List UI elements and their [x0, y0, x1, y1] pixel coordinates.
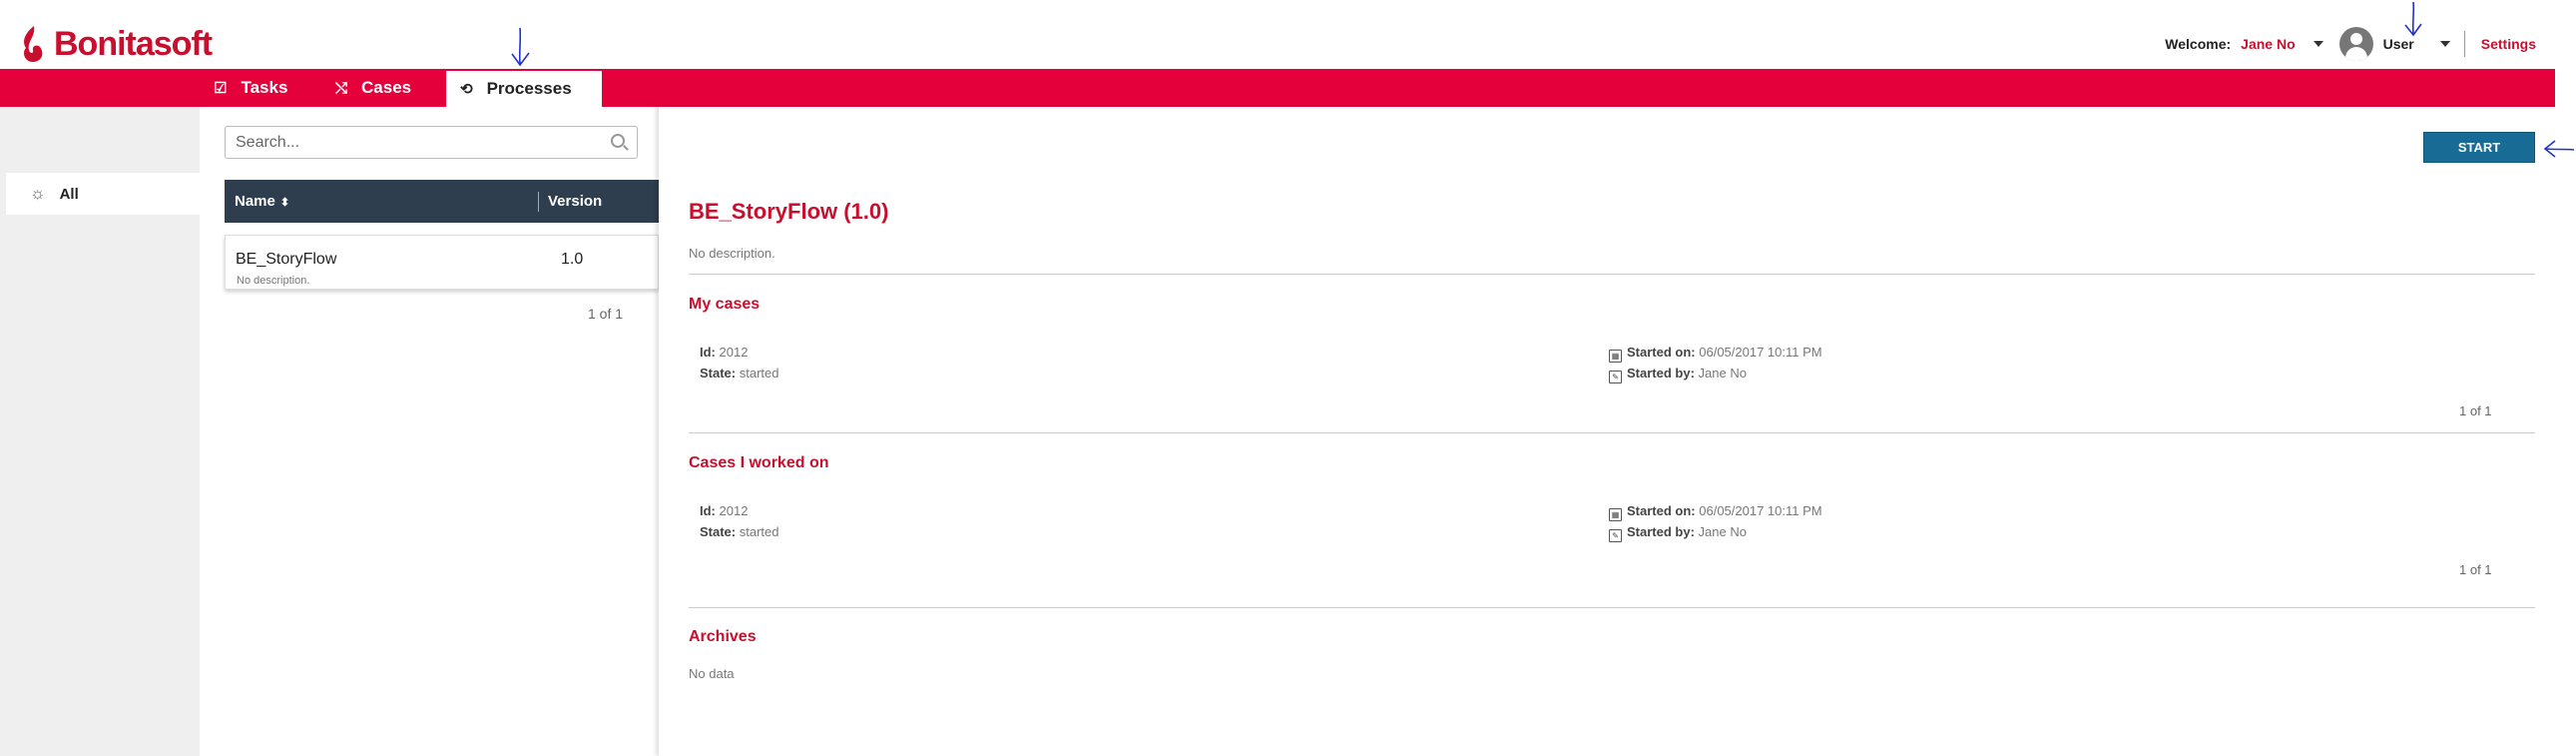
settings-link[interactable]: Settings	[2481, 36, 2536, 52]
case-state-label: State:	[700, 366, 737, 380]
main-navbar: ☑ Tasks ⤭ Cases ⟲ Processes	[0, 69, 2555, 107]
annotation-arrow-icon	[2543, 140, 2575, 158]
shuffle-icon: ⤭	[335, 79, 348, 97]
started-on-label: Started on:	[1627, 345, 1696, 360]
section-title-my-cases: My cases	[689, 296, 761, 313]
bonita-flame-icon	[24, 26, 43, 62]
process-row[interactable]: BE_StoryFlow No description. 1.0	[225, 235, 659, 290]
profile-dropdown-caret-icon[interactable]	[2439, 41, 2450, 47]
case-id: Id: 2012	[700, 345, 748, 360]
started-by-label: Started by:	[1627, 366, 1695, 380]
tab-processes[interactable]: ⟲ Processes	[446, 69, 602, 107]
sort-icon[interactable]: ⬍	[280, 197, 289, 209]
sun-icon: ☼	[30, 184, 46, 203]
tab-cases-label: Cases	[361, 78, 412, 97]
search-input[interactable]	[226, 127, 595, 158]
list-pager: 1 of 1	[588, 306, 624, 322]
tab-tasks-label: Tasks	[241, 78, 288, 97]
case-state-label: State:	[700, 524, 737, 539]
column-header-version[interactable]: Version	[548, 193, 602, 210]
section-title-archives: Archives	[689, 628, 757, 645]
process-row-description: No description.	[237, 275, 310, 287]
list-header: Name ⬍ Version	[225, 180, 659, 223]
process-description: No description.	[689, 246, 775, 261]
section-title-cases-worked-on: Cases I worked on	[689, 454, 829, 471]
header-divider	[2463, 31, 2465, 57]
cases-worked-on-pager: 1 of 1	[2459, 562, 2492, 577]
profile-switcher[interactable]: User	[2383, 36, 2414, 52]
case-started-on: ▦ Started on: 06/05/2017 10:11 PM	[1609, 503, 1822, 521]
tab-tasks[interactable]: ☑ Tasks	[214, 69, 287, 107]
started-on-value: 06/05/2017 10:11 PM	[1699, 345, 1822, 360]
column-header-name[interactable]: Name ⬍	[235, 193, 289, 210]
case-started-on: ▦ Started on: 06/05/2017 10:11 PM	[1609, 345, 1822, 363]
user-dropdown-caret-icon[interactable]	[2313, 41, 2323, 47]
sidebar-item-all[interactable]: ☼ All	[6, 173, 200, 215]
started-on-label: Started on:	[1627, 503, 1696, 518]
case-id-value: 2012	[719, 503, 749, 518]
search-box	[225, 126, 638, 159]
filter-sidebar: ☼ All	[0, 107, 200, 756]
case-state: State: started	[700, 366, 779, 380]
started-on-value: 06/05/2017 10:11 PM	[1699, 503, 1822, 518]
calendar-icon: ▦	[1609, 508, 1622, 521]
bonitasoft-logo[interactable]: Bonitasoft	[18, 24, 213, 64]
divider	[689, 607, 2535, 608]
avatar-icon[interactable]	[2338, 27, 2373, 61]
case-id: Id: 2012	[700, 503, 748, 518]
column-name-label: Name	[235, 193, 275, 210]
case-id-label: Id:	[700, 503, 716, 518]
archives-empty-text: No data	[689, 666, 735, 681]
my-cases-pager: 1 of 1	[2459, 403, 2492, 418]
case-id-label: Id:	[700, 345, 716, 360]
process-name: BE_StoryFlow	[236, 251, 337, 268]
process-title: BE_StoryFlow (1.0)	[689, 199, 889, 224]
case-started-by: ✎ Started by: Jane No	[1609, 524, 1747, 542]
started-by-value: Jane No	[1698, 524, 1747, 539]
divider	[689, 432, 2535, 433]
checkbox-icon: ☑	[214, 80, 228, 97]
brand-name: Bonitasoft	[54, 24, 213, 63]
edit-icon: ✎	[1609, 529, 1622, 542]
case-id-value: 2012	[719, 345, 749, 360]
start-button[interactable]: START	[2423, 132, 2535, 163]
divider	[689, 274, 2535, 275]
edit-icon: ✎	[1609, 371, 1622, 383]
case-state-value: started	[739, 524, 779, 539]
user-name-link[interactable]: Jane No	[2241, 36, 2295, 52]
tab-cases[interactable]: ⤭ Cases	[335, 69, 411, 107]
case-state: State: started	[700, 524, 779, 539]
welcome-label: Welcome:	[2165, 36, 2232, 52]
sync-icon: ⟲	[460, 81, 473, 98]
process-detail-panel	[659, 107, 2555, 756]
case-state-value: started	[739, 366, 779, 380]
process-version: 1.0	[561, 251, 584, 268]
annotation-arrow-icon	[2404, 1, 2422, 37]
calendar-icon: ▦	[1609, 350, 1622, 363]
user-menu-bar: Welcome: Jane No User Settings	[2165, 27, 2536, 61]
column-divider[interactable]	[538, 192, 539, 212]
annotation-arrow-icon	[511, 27, 530, 67]
sidebar-item-label: All	[59, 185, 79, 203]
case-started-by: ✎ Started by: Jane No	[1609, 366, 1747, 383]
tab-processes-label: Processes	[486, 79, 572, 98]
started-by-value: Jane No	[1698, 366, 1747, 380]
search-icon[interactable]	[611, 134, 625, 148]
started-by-label: Started by:	[1627, 524, 1695, 539]
